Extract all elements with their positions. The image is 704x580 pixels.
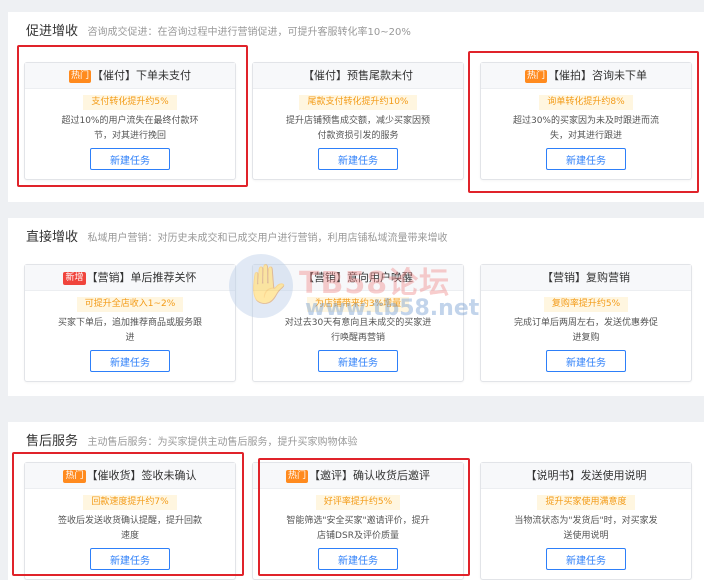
card-description: 对过去30天有意向且未成交的买家进行唤醒再营销 xyxy=(284,318,432,343)
card-post-order-recommend: 新增 【营销】单后推荐关怀 可提升全店收入1~2% 买家下单后，追加推荐商品或服务… xyxy=(24,264,236,382)
new-task-button[interactable]: 新建任务 xyxy=(90,148,170,170)
card-description: 买家下单后，追加推荐商品或服务跟进 xyxy=(57,318,202,343)
section-header: 售后服务 主动售后服务：为买家提供主动售后服务，提升买家购物体验 xyxy=(26,430,358,449)
card-description: 超过10%的用户流失在最终付款环节，对其进行挽回 xyxy=(61,116,199,141)
new-task-button[interactable]: 新建任务 xyxy=(318,548,398,570)
conversion-badge: 复购率提升约5% xyxy=(543,297,629,312)
new-task-button[interactable]: 新建任务 xyxy=(90,350,170,372)
conversion-badge: 询单转化提升约8% xyxy=(539,95,633,110)
card-repurchase-marketing: 【营销】复购营销 复购率提升约5% 完成订单后两周左右，发送优惠券促进复购 新建… xyxy=(480,264,692,382)
card-presale-balance-unpaid: 【催付】预售尾款未付 尾款支付转化提升约10% 提升店铺预售成交额，减少买家因预… xyxy=(252,62,464,180)
card-title-text: 【营销】意向用户唤醒 xyxy=(303,271,413,284)
hot-badge: 热门 xyxy=(524,70,547,83)
card-title: 热门 【催收货】签收未确认 xyxy=(25,463,235,489)
new-badge: 新增 xyxy=(63,272,86,285)
section-direct-revenue: 直接增收 私域用户营销：对历史未成交和已成交用户进行营销，利用店铺私域流量带来增… xyxy=(8,218,704,396)
card-title: 【说明书】发送使用说明 xyxy=(481,463,691,489)
card-inquiry-no-order: 热门 【催拍】咨询未下单 询单转化提升约8% 超过30%的买家因为未及时跟进而流失… xyxy=(480,62,692,180)
new-task-button[interactable]: 新建任务 xyxy=(546,350,626,372)
new-task-button[interactable]: 新建任务 xyxy=(318,350,398,372)
card-title-text: 【邀评】确认收货后邀评 xyxy=(309,469,430,482)
card-title-text: 【催付】下单未支付 xyxy=(92,69,191,82)
card-review-invite: 热门 【邀评】确认收货后邀评 好评率提升约5% 智能筛选"安全买家"邀请评价，提升… xyxy=(252,462,464,580)
conversion-badge: 尾款支付转化提升约10% xyxy=(299,95,417,110)
card-description: 智能筛选"安全买家"邀请评价，提升店铺DSR及评价质量 xyxy=(286,516,430,541)
card-title: 新增 【营销】单后推荐关怀 xyxy=(25,265,235,291)
section-promote-revenue: 促进增收 咨询成交促进：在咨询过程中进行营销促进，可提升客服转化率10~20% … xyxy=(8,12,704,202)
card-intent-user-wakeup: 【营销】意向用户唤醒 为店铺带来约3%增量 对过去30天有意向且未成交的买家进行… xyxy=(252,264,464,382)
card-title-text: 【催收货】签收未确认 xyxy=(86,469,197,482)
card-title: 热门 【催拍】咨询未下单 xyxy=(481,63,691,89)
conversion-badge: 为店铺带来约3%增量 xyxy=(306,297,410,312)
card-title: 【催付】预售尾款未付 xyxy=(253,63,463,89)
conversion-badge: 好评率提升约5% xyxy=(315,495,401,510)
section-header: 促进增收 咨询成交促进：在咨询过程中进行营销促进，可提升客服转化率10~20% xyxy=(26,20,411,39)
hot-badge: 热门 xyxy=(63,470,86,483)
section-after-sales: 售后服务 主动售后服务：为买家提供主动售后服务，提升买家购物体验 热门 【催收货】… xyxy=(8,422,704,580)
card-description: 提升店铺预售成交额，减少买家因预付款资损引发的服务 xyxy=(285,116,430,141)
conversion-badge: 可提升全店收入1~2% xyxy=(76,297,184,312)
section-title: 促进增收 xyxy=(26,24,79,39)
new-task-button[interactable]: 新建任务 xyxy=(546,548,626,570)
card-title-text: 【说明书】发送使用说明 xyxy=(525,469,647,482)
card-unpaid-order: 热门 【催付】下单未支付 支付转化提升约5% 超过10%的用户流失在最终付款环节，… xyxy=(24,62,236,180)
section-description: 咨询成交促进：在咨询过程中进行营销促进，可提升客服转化率10~20% xyxy=(87,27,411,38)
conversion-badge: 回款速度提升约7% xyxy=(83,495,177,510)
card-title-text: 【营销】复购营销 xyxy=(542,271,630,284)
card-title-text: 【催付】预售尾款未付 xyxy=(303,69,413,82)
section-title: 直接增收 xyxy=(26,230,79,245)
card-send-manual: 【说明书】发送使用说明 提升买家使用满意度 当物流状态为"发货后"时，对买家发送… xyxy=(480,462,692,580)
section-description: 主动售后服务：为买家提供主动售后服务，提升买家购物体验 xyxy=(87,437,358,448)
card-description: 当物流状态为"发货后"时，对买家发送使用说明 xyxy=(514,516,658,541)
card-description: 完成订单后两周左右，发送优惠券促进复购 xyxy=(513,318,658,343)
card-title-text: 【营销】单后推荐关怀 xyxy=(86,271,197,284)
section-title: 售后服务 xyxy=(26,434,79,449)
hot-badge: 热门 xyxy=(285,470,308,483)
conversion-badge: 提升买家使用满意度 xyxy=(537,495,635,510)
card-title: 【营销】意向用户唤醒 xyxy=(253,265,463,291)
new-task-button[interactable]: 新建任务 xyxy=(546,148,626,170)
conversion-badge: 支付转化提升约5% xyxy=(83,95,177,110)
card-title: 热门 【邀评】确认收货后邀评 xyxy=(253,463,463,489)
new-task-button[interactable]: 新建任务 xyxy=(90,548,170,570)
card-signed-unconfirmed: 热门 【催收货】签收未确认 回款速度提升约7% 签收后发送收货确认提醒，提升回款速… xyxy=(24,462,236,580)
card-title: 热门 【催付】下单未支付 xyxy=(25,63,235,89)
section-description: 私域用户营销：对历史未成交和已成交用户进行营销，利用店铺私域流量带来增收 xyxy=(87,233,448,244)
new-task-button[interactable]: 新建任务 xyxy=(318,148,398,170)
card-description: 超过30%的买家因为未及时跟进而流失，对其进行跟进 xyxy=(512,116,659,141)
hot-badge: 热门 xyxy=(68,70,91,83)
card-title-text: 【催拍】咨询未下单 xyxy=(548,69,647,82)
card-title: 【营销】复购营销 xyxy=(481,265,691,291)
section-header: 直接增收 私域用户营销：对历史未成交和已成交用户进行营销，利用店铺私域流量带来增… xyxy=(26,226,448,245)
card-description: 签收后发送收货确认提醒，提升回款速度 xyxy=(57,516,202,541)
